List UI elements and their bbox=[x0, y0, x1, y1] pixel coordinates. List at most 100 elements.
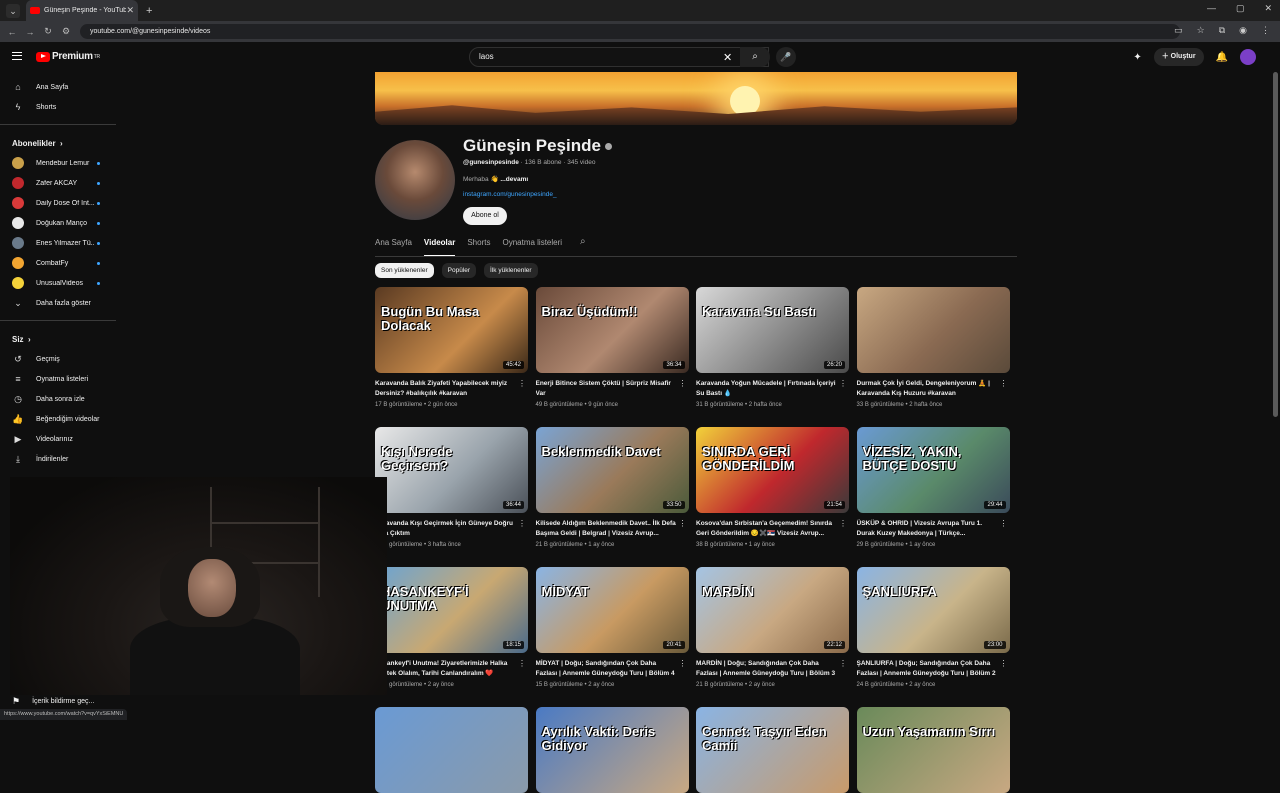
sidebar-item-playlists[interactable]: ≡ Oynatma listeleri bbox=[0, 369, 116, 389]
video-thumbnail[interactable] bbox=[856, 287, 1010, 373]
video-card[interactable]: MARDİN 22:12 MARDİN | Doğu; Sandığından Ço… bbox=[696, 567, 849, 688]
window-close-icon[interactable]: ✕ bbox=[1264, 3, 1272, 14]
sidebar-item-home[interactable]: ⌂ Ana Sayfa bbox=[0, 77, 116, 97]
video-title[interactable]: Karavanda Yoğun Mücadele | Fırtınada İçe… bbox=[696, 379, 849, 399]
video-thumbnail[interactable]: SINIRDA GERİ GÖNDERİLDİM 21:54 bbox=[696, 427, 849, 513]
restore-icon[interactable]: ▢ bbox=[1236, 3, 1245, 14]
more-actions-icon[interactable]: ⋮ bbox=[518, 659, 526, 668]
more-actions-icon[interactable]: ⋮ bbox=[1000, 379, 1008, 388]
sidebar-item-shorts[interactable]: ϟ Shorts bbox=[0, 97, 116, 117]
show-more-button[interactable]: ⌄ Daha fazla göster bbox=[0, 293, 116, 313]
create-button[interactable]: ＋ Oluştur bbox=[1153, 48, 1204, 66]
subscriptions-header[interactable]: Abonelikler › bbox=[0, 133, 116, 153]
tab-playlists[interactable]: Oynatma listeleri bbox=[502, 237, 562, 257]
more-actions-icon[interactable]: ⋮ bbox=[518, 519, 526, 528]
channel-link[interactable]: instagram.com/gunesinpesinde_ bbox=[463, 191, 557, 198]
chip-oldest[interactable]: İlk yüklenenler bbox=[484, 263, 538, 278]
video-card[interactable]: Karavana Su Bastı 26:20 Karavanda Yoğun Mü… bbox=[696, 287, 849, 408]
chip-latest[interactable]: Son yüklenenler bbox=[375, 263, 434, 278]
video-card[interactable]: Bugün Bu Masa Dolacak 45:42 Karavanda Balı… bbox=[375, 287, 528, 408]
video-card[interactable]: Durmak Çok İyi Geldi, Dengeleniyorum 🧘 |… bbox=[856, 287, 1010, 408]
more-actions-icon[interactable]: ⋮ bbox=[679, 659, 687, 668]
gemini-icon[interactable]: ✦ bbox=[1133, 52, 1141, 63]
you-header[interactable]: Siz › bbox=[0, 329, 116, 349]
video-thumbnail[interactable]: Kışı Nerede Geçirsem? 36:44 bbox=[375, 427, 528, 513]
menu-icon[interactable] bbox=[12, 52, 22, 60]
channel-description[interactable]: Merhaba 👋 ...devamı bbox=[463, 175, 528, 183]
tab-home[interactable]: Ana Sayfa bbox=[375, 237, 412, 257]
video-title[interactable]: ÜSKÜP & OHRID | Vizesiz Avrupa Turu 1. D… bbox=[857, 519, 1010, 539]
tab-search-icon[interactable]: ⌄ bbox=[6, 3, 20, 18]
tab-shorts[interactable]: Shorts bbox=[467, 237, 490, 257]
video-card[interactable]: HASANKEYF'İ UNUTMA 18:15 Hasankeyf'i Unutm… bbox=[375, 567, 528, 688]
channel-search-icon[interactable]: ⌕ bbox=[580, 237, 586, 257]
minimize-icon[interactable]: — bbox=[1207, 3, 1216, 14]
description-more[interactable]: ...devamı bbox=[500, 176, 528, 183]
clear-search-icon[interactable]: ✕ bbox=[723, 51, 732, 64]
more-actions-icon[interactable]: ⋮ bbox=[839, 379, 847, 388]
back-icon[interactable]: ← bbox=[6, 27, 18, 37]
search-button[interactable]: ⌕ bbox=[740, 47, 770, 67]
chip-popular[interactable]: Popüler bbox=[441, 263, 477, 278]
scrollbar[interactable] bbox=[1273, 72, 1278, 417]
notifications-icon[interactable]: 🔔 bbox=[1216, 52, 1228, 63]
video-title[interactable]: Durmak Çok İyi Geldi, Dengeleniyorum 🧘 |… bbox=[857, 379, 1010, 399]
new-tab-icon[interactable]: + bbox=[146, 5, 152, 17]
tab-videos[interactable]: Videolar bbox=[423, 237, 456, 257]
channel-avatar[interactable] bbox=[375, 140, 455, 220]
video-thumbnail[interactable]: HASANKEYF'İ UNUTMA 18:15 bbox=[375, 567, 528, 653]
extensions-icon[interactable]: ⧉ bbox=[1219, 25, 1225, 36]
tab-close-icon[interactable]: ✕ bbox=[126, 5, 134, 16]
voice-search-button[interactable]: 🎤 bbox=[776, 47, 796, 67]
video-thumbnail[interactable]: MİDYAT 20:41 bbox=[535, 567, 689, 653]
video-thumbnail[interactable]: MARDİN 22:12 bbox=[696, 567, 849, 653]
video-card[interactable]: MİDYAT 20:41 MİDYAT | Doğu; Sandığından Ço… bbox=[535, 567, 689, 688]
video-title[interactable]: Karavanda Balık Ziyafeti Yapabilecek miy… bbox=[375, 379, 528, 399]
video-thumbnail[interactable]: VİZESİZ, YAKIN, BÜTÇE DOSTU 29:44 bbox=[856, 427, 1010, 513]
more-actions-icon[interactable]: ⋮ bbox=[1000, 519, 1008, 528]
video-card[interactable]: Biraz Üşüdüm!! 36:34 Enerji Bitince Sistem… bbox=[535, 287, 689, 408]
browser-tab[interactable]: Güneşin Peşinde - YouTube ✕ bbox=[26, 0, 138, 21]
youtube-logo[interactable]: Premium TR bbox=[36, 51, 100, 62]
subscription-item[interactable]: Zafer AKCAY bbox=[0, 173, 116, 193]
video-card[interactable]: Beklenmedik Davet 33:50 Kilisede Aldığım B… bbox=[535, 427, 689, 548]
sidebar-item-history[interactable]: ↺ Geçmiş bbox=[0, 349, 116, 369]
video-thumbnail[interactable]: Karavana Su Bastı 26:20 bbox=[696, 287, 849, 373]
video-title[interactable]: Kilisede Aldığım Beklenmedik Davet.. İlk… bbox=[536, 519, 689, 539]
video-card[interactable]: VİZESİZ, YAKIN, BÜTÇE DOSTU 29:44 ÜSKÜP & … bbox=[856, 427, 1010, 548]
subscription-item[interactable]: Daily Dose Of Int... bbox=[0, 193, 116, 213]
sidebar-item-downloads[interactable]: ⤓ İndirilenler bbox=[0, 449, 116, 469]
profile-icon[interactable]: ◉ bbox=[1239, 25, 1247, 36]
video-title[interactable]: Kosova'dan Sırbistan'a Geçemedim! Sınırd… bbox=[696, 519, 849, 539]
video-thumbnail[interactable]: ŞANLIURFA 23:00 bbox=[856, 567, 1010, 653]
subscription-item[interactable]: CombatFy bbox=[0, 253, 116, 273]
sidebar-item-liked[interactable]: 👍 Beğendiğim videolar bbox=[0, 409, 116, 429]
video-thumbnail[interactable]: Biraz Üşüdüm!! 36:34 bbox=[535, 287, 689, 373]
account-avatar[interactable] bbox=[1240, 49, 1256, 65]
video-thumbnail[interactable]: Bugün Bu Masa Dolacak 45:42 bbox=[375, 287, 528, 373]
bookmark-star-icon[interactable]: ☆ bbox=[1197, 25, 1205, 36]
video-card[interactable]: SINIRDA GERİ GÖNDERİLDİM 21:54 Kosova'dan … bbox=[696, 427, 849, 548]
video-title[interactable]: Hasankeyf'i Unutma! Ziyaretlerimizle Hal… bbox=[375, 659, 528, 679]
more-actions-icon[interactable]: ⋮ bbox=[839, 659, 847, 668]
more-actions-icon[interactable]: ⋮ bbox=[679, 519, 687, 528]
sidebar-item-watch-later[interactable]: ◷ Daha sonra izle bbox=[0, 389, 116, 409]
url-field[interactable]: youtube.com/@gunesinpesinde/videos bbox=[80, 24, 1180, 39]
video-card[interactable]: ŞANLIURFA 23:00 ŞANLIURFA | Doğu; Sandığın… bbox=[856, 567, 1010, 688]
subscription-item[interactable]: Mendebur Lemur bbox=[0, 153, 116, 173]
more-actions-icon[interactable]: ⋮ bbox=[518, 379, 526, 388]
video-title[interactable]: MİDYAT | Doğu; Sandığından Çok Daha Fazl… bbox=[536, 659, 689, 679]
site-info-icon[interactable]: ⚙ bbox=[60, 26, 72, 37]
subscription-item[interactable]: UnusualVideos bbox=[0, 273, 116, 293]
video-title[interactable]: MARDİN | Doğu; Sandığından Çok Daha Fazl… bbox=[696, 659, 849, 679]
video-thumbnail[interactable]: Beklenmedik Davet 33:50 bbox=[535, 427, 689, 513]
reload-icon[interactable]: ↻ bbox=[42, 26, 54, 37]
video-card[interactable]: Kışı Nerede Geçirsem? 36:44 Karavanda Kışı… bbox=[375, 427, 528, 548]
sidebar-item-your-videos[interactable]: ▶ Videolarınız bbox=[0, 429, 116, 449]
browser-menu-icon[interactable]: ⋮ bbox=[1261, 25, 1270, 36]
more-actions-icon[interactable]: ⋮ bbox=[679, 379, 687, 388]
subscription-item[interactable]: Doğukan Manço bbox=[0, 213, 116, 233]
more-actions-icon[interactable]: ⋮ bbox=[1000, 659, 1008, 668]
cast-page-icon[interactable]: ▭ bbox=[1174, 25, 1183, 36]
report-history[interactable]: ⚑ İçerik bildirme geç... bbox=[12, 696, 94, 707]
